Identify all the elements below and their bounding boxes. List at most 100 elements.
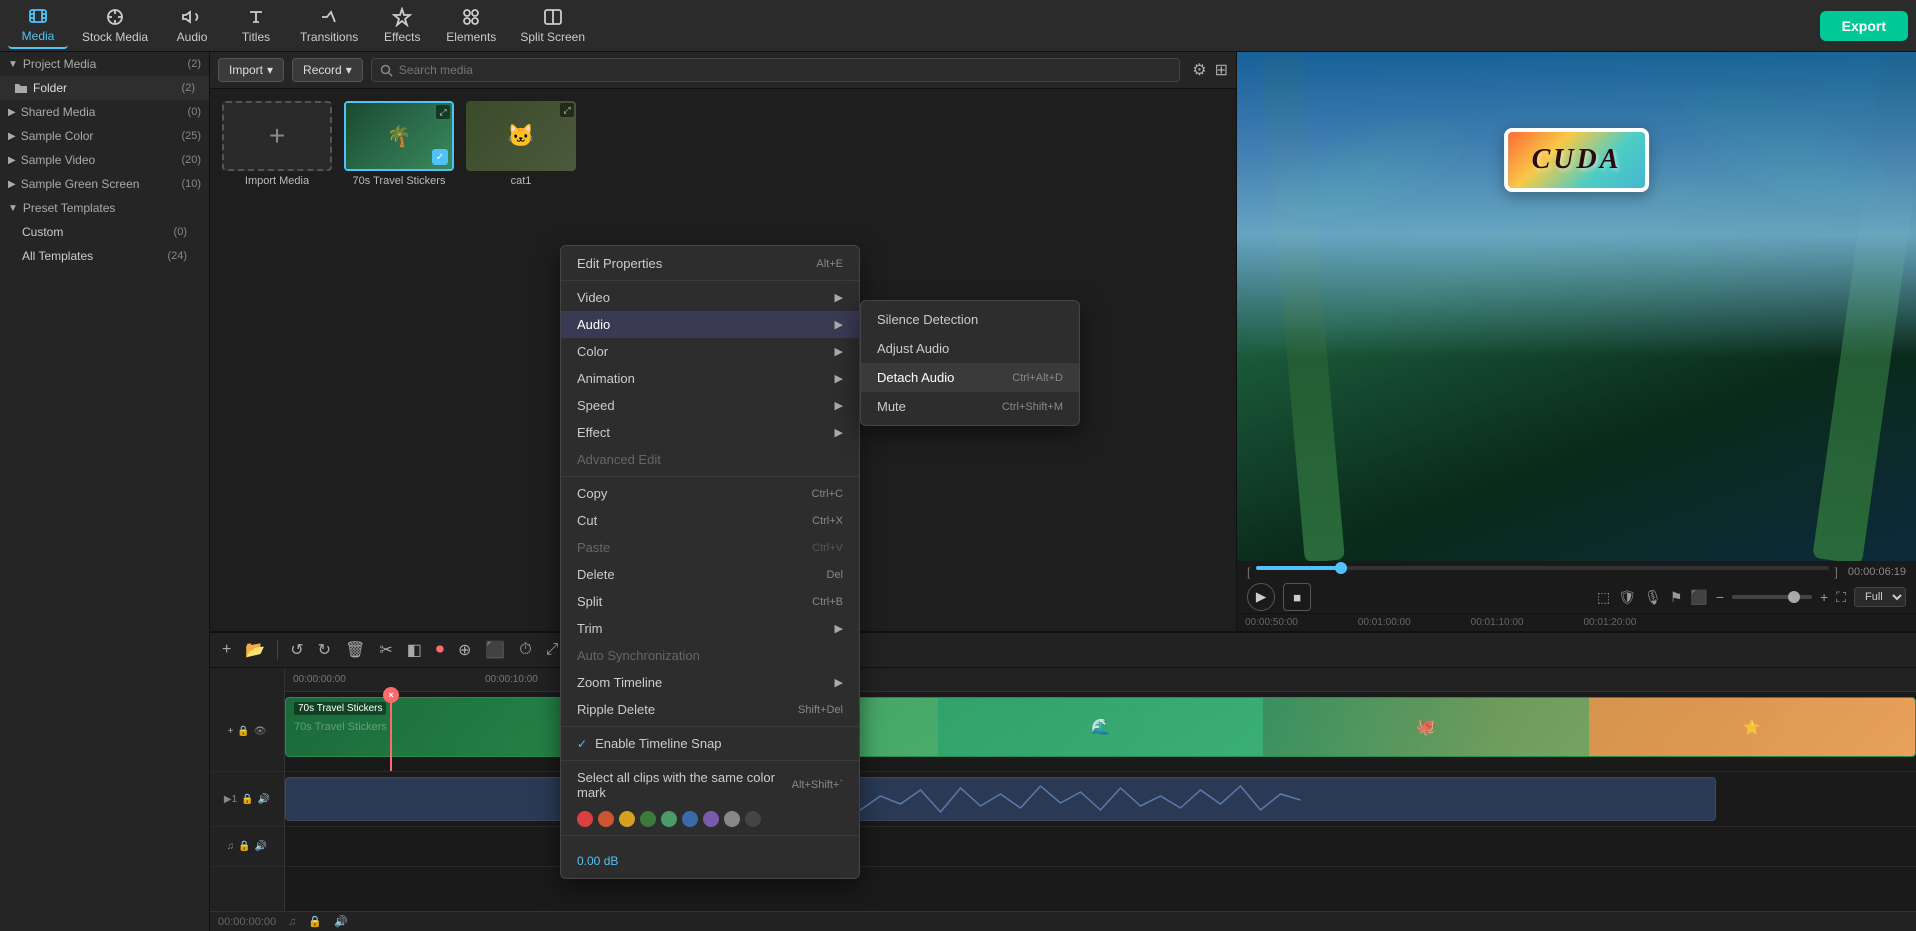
play-button[interactable]: ▶ [1247, 583, 1275, 611]
record-button[interactable]: Record ▾ [292, 58, 363, 82]
ctx-speed[interactable]: Speed ▶ [561, 392, 859, 419]
quality-select[interactable]: Full 1/2 1/4 [1854, 587, 1906, 607]
ctx-video[interactable]: Video ▶ [561, 284, 859, 311]
speaker-status-icon[interactable]: 🔊 [334, 915, 348, 928]
submenu-adjust-audio[interactable]: Adjust Audio [861, 334, 1079, 363]
zoom-out-icon[interactable]: − [1716, 589, 1724, 605]
color-dot-green[interactable] [640, 811, 656, 827]
monitor-icon[interactable]: ⬚ [1597, 589, 1610, 606]
ctx-delete[interactable]: Delete Del [561, 561, 859, 588]
ctx-split[interactable]: Split Ctrl+B [561, 588, 859, 615]
video-clip[interactable]: 70s Travel Stickers 🌊 🐙 ⭐ 70s Travel Sti… [285, 697, 1916, 757]
cut-icon[interactable]: ✂ [375, 637, 396, 663]
ctx-zoom-timeline[interactable]: Zoom Timeline ▶ [561, 669, 859, 696]
ctx-color-mark[interactable]: Select all clips with the same color mar… [561, 764, 859, 806]
audio-clip[interactable] [285, 777, 1716, 821]
color-dot-yellow[interactable] [619, 811, 635, 827]
speaker-icon[interactable]: 🔊 [255, 841, 267, 852]
ctx-edit-props[interactable]: Edit Properties Alt+E [561, 250, 859, 277]
section-sample-color[interactable]: ▶ Sample Color (25) [0, 124, 209, 148]
timeline-right-icon[interactable]: ] [1835, 565, 1838, 579]
timeline-left-icon[interactable]: [ [1247, 565, 1250, 579]
submenu-silence-detection[interactable]: Silence Detection [861, 305, 1079, 334]
export-button[interactable]: Export [1820, 11, 1908, 41]
delete-icon[interactable]: 🗑 [341, 637, 369, 663]
music-note-status: ♫ [288, 916, 296, 928]
split-icon[interactable]: ◧ [403, 637, 426, 663]
lock-icon-music[interactable]: 🔒 [238, 841, 250, 852]
section-sample-video[interactable]: ▶ Sample Video (20) [0, 148, 209, 172]
ctx-enable-snap[interactable]: ✓ Enable Timeline Snap [561, 730, 859, 757]
color-dot-gray[interactable] [724, 811, 740, 827]
grid-icon[interactable]: ⊞ [1215, 60, 1228, 80]
nav-titles[interactable]: Titles [226, 3, 286, 48]
film-icon [28, 6, 48, 26]
audio-track-num: ▶1 [224, 794, 237, 805]
import-media-item[interactable]: + Import Media [222, 101, 332, 619]
ctx-cut[interactable]: Cut Ctrl+X [561, 507, 859, 534]
sidebar-item-all-templates[interactable]: All Templates (24) [0, 244, 209, 268]
search-input[interactable] [399, 63, 1171, 77]
ctx-animation[interactable]: Animation ▶ [561, 365, 859, 392]
section-shared-media[interactable]: ▶ Shared Media (0) [0, 100, 209, 124]
nav-elements[interactable]: Elements [436, 3, 506, 48]
tracks-scroll-area[interactable]: 00:00:00:00 00:00:10:00 00:00:20:00 × [285, 668, 1916, 911]
ctx-copy[interactable]: Copy Ctrl+C [561, 480, 859, 507]
color-dot-teal[interactable] [661, 811, 677, 827]
record-icon[interactable]: ⏺ [432, 638, 448, 662]
sidebar-item-custom[interactable]: Custom (0) [0, 220, 209, 244]
add-track-icon[interactable]: + [218, 638, 235, 662]
lock-icon[interactable]: 🔒 [237, 726, 249, 737]
nav-transitions[interactable]: Transitions [290, 3, 368, 48]
ripple-icon[interactable]: ⊕ [454, 637, 475, 663]
submenu-mute[interactable]: Mute Ctrl+Shift+M [861, 392, 1079, 421]
ctx-trim[interactable]: Trim ▶ [561, 615, 859, 642]
mic-icon[interactable]: 🎙 [1644, 589, 1662, 606]
lock-status-icon[interactable]: 🔒 [308, 915, 322, 928]
mute-icon[interactable]: 🔊 [258, 794, 270, 805]
timeline-status: 00:00:00:00 ♫ 🔒 🔊 [210, 911, 1916, 931]
fullscreen-icon[interactable]: ⛶ [1836, 589, 1846, 606]
submenu-detach-audio[interactable]: Detach Audio Ctrl+Alt+D [861, 363, 1079, 392]
crop-tool-icon[interactable]: ⬛ [481, 637, 509, 663]
redo-icon[interactable]: ↻ [314, 637, 335, 663]
color-dot-purple[interactable] [703, 811, 719, 827]
color-dot-dark[interactable] [745, 811, 761, 827]
filter-icon[interactable]: ⚙ [1192, 60, 1206, 80]
zoom-slider[interactable] [1732, 595, 1812, 599]
shield-icon[interactable]: 🛡 [1618, 589, 1636, 606]
arrow-right-icon: ▶ [835, 676, 843, 689]
nav-media[interactable]: Media [8, 2, 68, 49]
import-button[interactable]: Import ▾ [218, 58, 284, 82]
lock-icon-audio[interactable]: 🔒 [241, 794, 253, 805]
flag-icon[interactable]: ⚑ [1670, 589, 1683, 606]
eye-icon[interactable]: 👁 [254, 726, 267, 737]
section-preset-templates[interactable]: ▼ Preset Templates [0, 196, 209, 220]
ctx-effect[interactable]: Effect ▶ [561, 419, 859, 446]
zoom-in-icon[interactable]: + [1820, 589, 1828, 605]
section-project-media[interactable]: ▼ Project Media (2) [0, 52, 209, 76]
splitscreen-icon [543, 7, 563, 27]
color-dot-orange[interactable] [598, 811, 614, 827]
color-dot-blue[interactable] [682, 811, 698, 827]
volume-link-row[interactable]: 0.00 dB [561, 849, 859, 874]
ctx-color[interactable]: Color ▶ [561, 338, 859, 365]
nav-effects[interactable]: Effects [372, 3, 432, 48]
undo-icon[interactable]: ↺ [286, 637, 307, 663]
transitions-icon [319, 7, 339, 27]
color-dot-red[interactable] [577, 811, 593, 827]
nav-stock[interactable]: Stock Media [72, 3, 158, 48]
ctx-sep-4 [561, 760, 859, 761]
crop-icon[interactable]: ⬛ [1690, 589, 1707, 606]
ctx-ripple-delete[interactable]: Ripple Delete Shift+Del [561, 696, 859, 723]
nav-audio[interactable]: Audio [162, 3, 222, 48]
stop-button[interactable]: ■ [1283, 583, 1311, 611]
folder-open-icon[interactable]: 📂 [241, 637, 269, 663]
media-item-70s[interactable]: 🌴 ⤢ ✓ 70s Travel Stickers [344, 101, 454, 619]
ctx-audio[interactable]: Audio ▶ [561, 311, 859, 338]
folder-item[interactable]: Folder (2) [0, 76, 209, 100]
preview-progress-bar[interactable] [1256, 566, 1828, 570]
section-sample-green[interactable]: ▶ Sample Green Screen (10) [0, 172, 209, 196]
timer-icon[interactable]: ⏱ [515, 638, 535, 662]
nav-splitscreen[interactable]: Split Screen [510, 3, 595, 48]
